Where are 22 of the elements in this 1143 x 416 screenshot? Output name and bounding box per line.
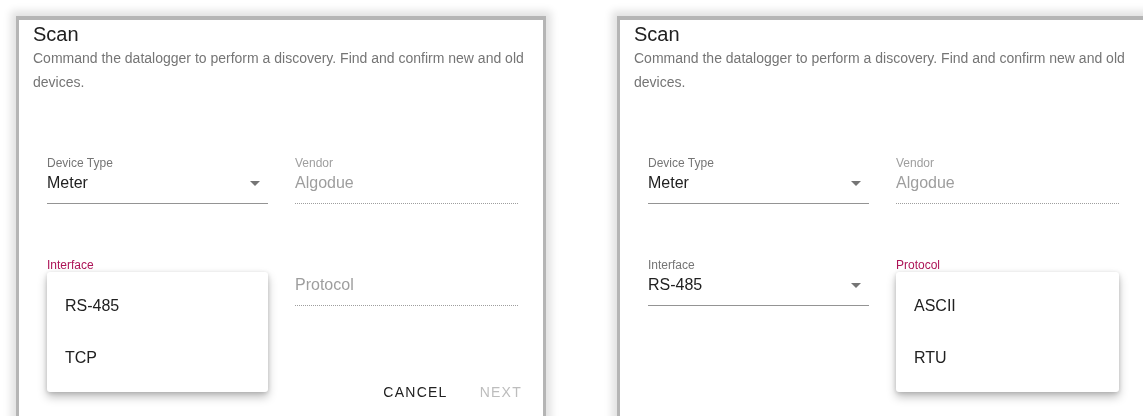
dropdown-arrow-icon[interactable] <box>851 180 861 186</box>
select-field[interactable]: Meter <box>47 171 268 204</box>
field-label: Vendor <box>295 155 335 171</box>
dialog-button[interactable]: CANCEL <box>375 374 456 410</box>
field-label: Interface <box>648 257 696 273</box>
dialog-description: Command the datalogger to perform a discovery. Find and confirm new and old devices. <box>33 49 525 92</box>
menu-item[interactable]: TCP <box>47 332 268 384</box>
dialog-description: Command the datalogger to perform a discovery. Find and confirm new and old devices. <box>634 49 1126 92</box>
select-field[interactable]: RS-485 <box>648 273 869 306</box>
field-label: Protocol <box>896 257 942 273</box>
dialog-title: Scan <box>33 22 79 46</box>
select-field[interactable]: Meter <box>648 171 869 204</box>
field-label: Interface <box>47 257 95 273</box>
menu-item[interactable]: RS-485 <box>47 280 268 332</box>
dialog-title: Scan <box>634 22 680 46</box>
field-label: Device Type <box>47 155 114 171</box>
field-label: Device Type <box>648 155 715 171</box>
field-label: Vendor <box>896 155 936 171</box>
menu-item[interactable]: ASCII <box>896 280 1119 332</box>
dropdown-arrow-icon[interactable] <box>250 180 260 186</box>
dropdown-arrow-icon[interactable] <box>851 282 861 288</box>
menu-item[interactable]: RTU <box>896 332 1119 384</box>
